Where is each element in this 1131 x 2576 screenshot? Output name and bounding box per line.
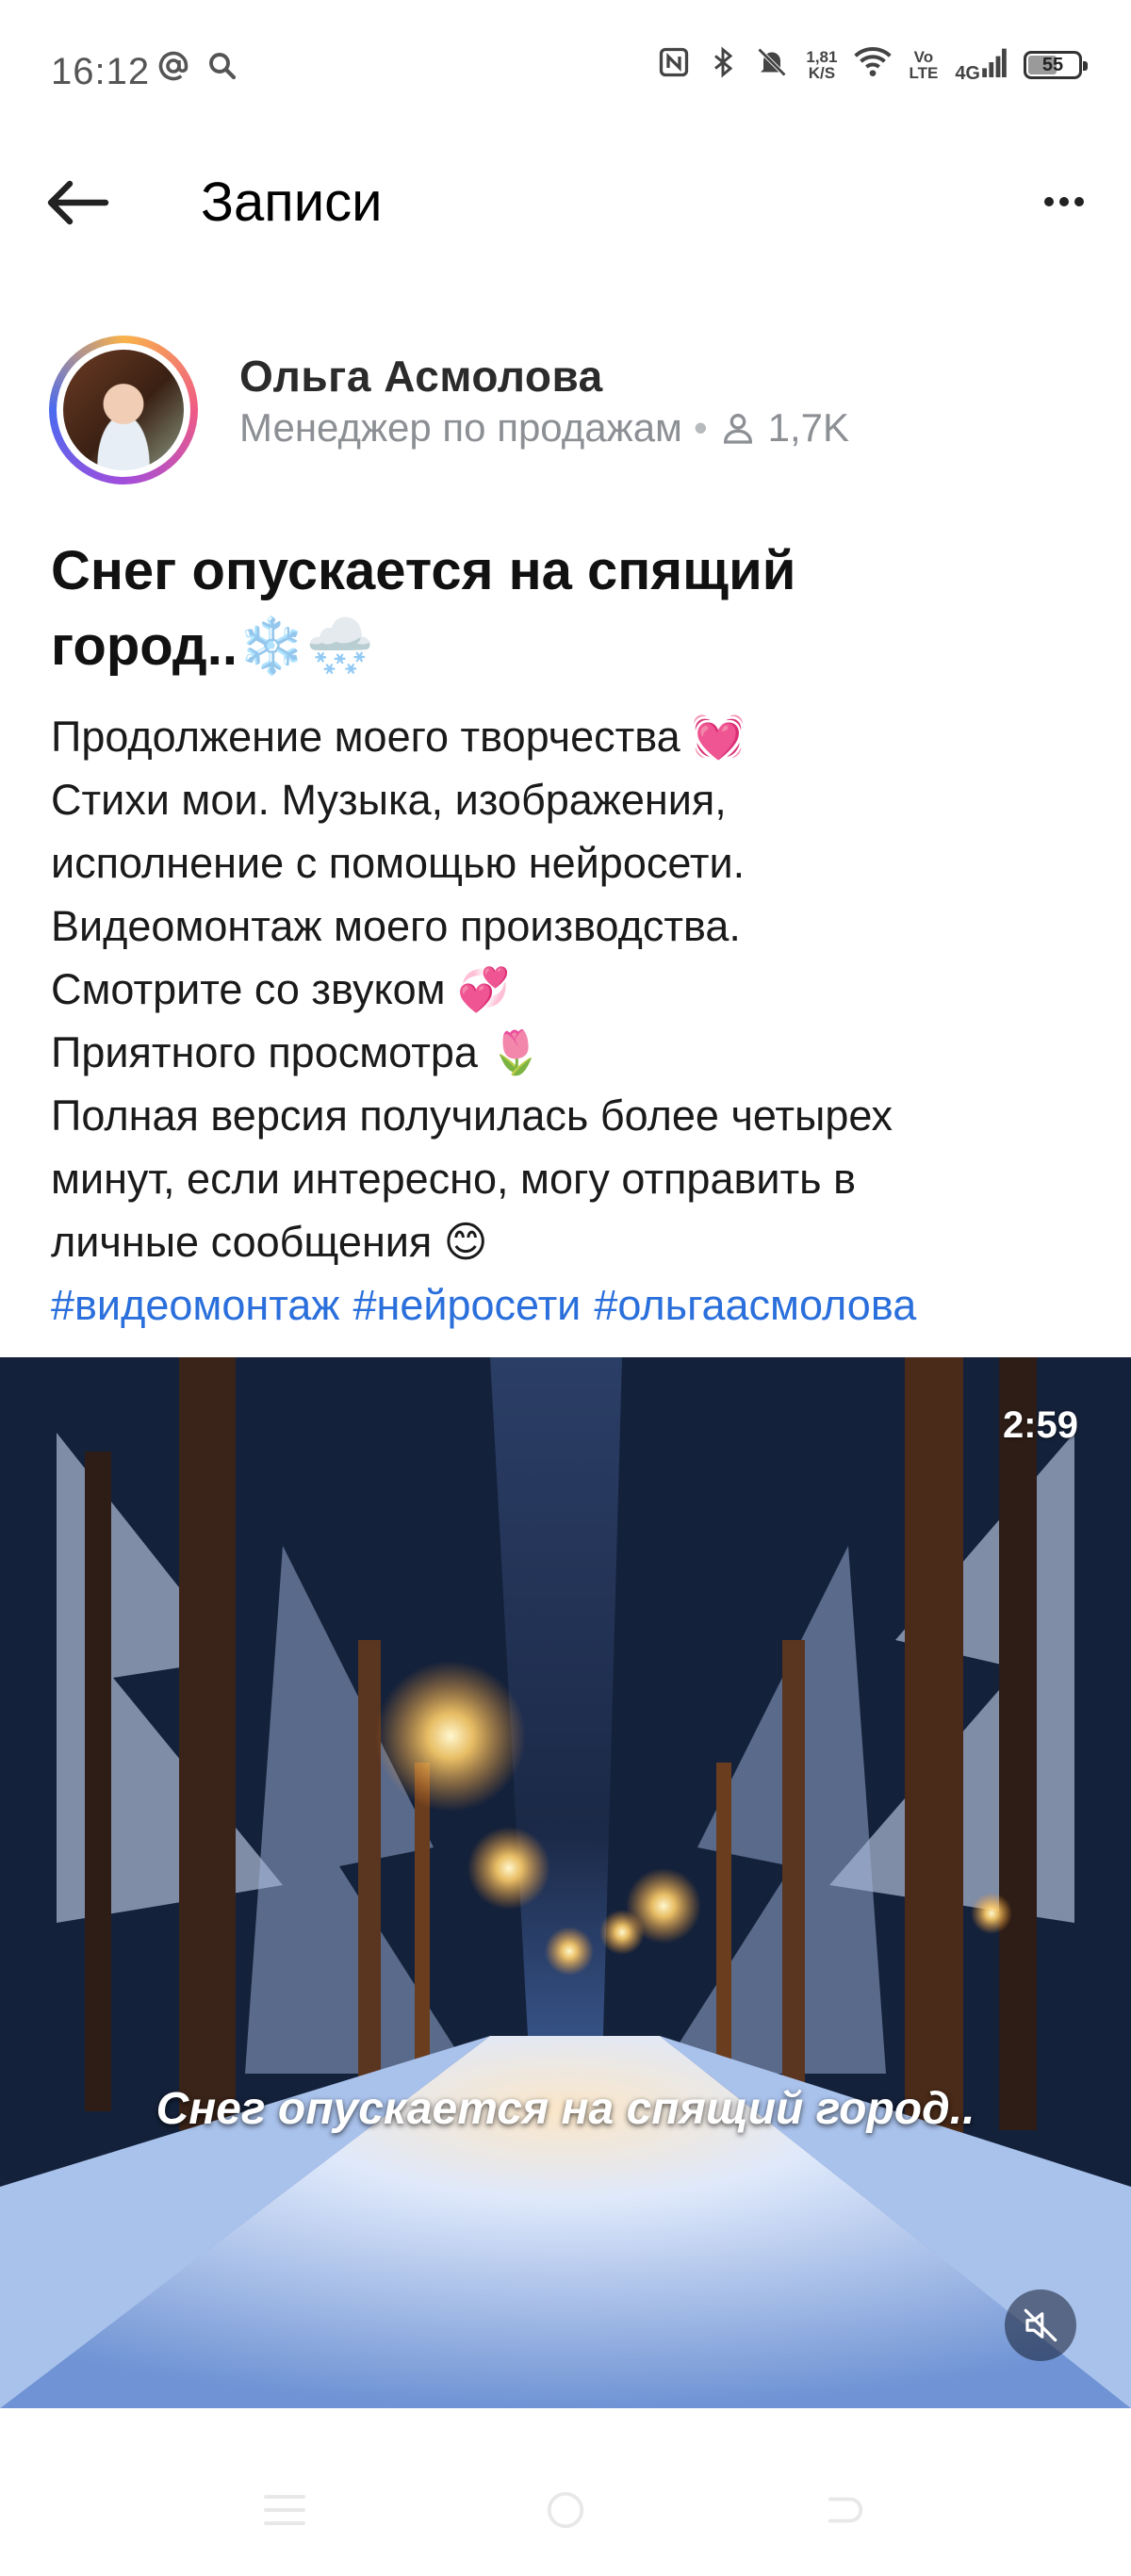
bell-off-icon <box>755 45 789 84</box>
circle-home-icon <box>547 2491 584 2529</box>
battery-indicator: 55 <box>1024 50 1088 79</box>
hashtag-link[interactable]: #ольгаасмолова <box>594 1281 916 1329</box>
more-dot <box>1074 197 1084 206</box>
home-button[interactable] <box>537 2482 594 2538</box>
video-player[interactable]: 2:59 Снег опускается на спящий город.. <box>0 1357 1131 2408</box>
followers-count: 1,7K <box>767 405 850 450</box>
post-text-line: Стихи мои. Музыка, изображения, <box>51 776 727 824</box>
volte-top: Vo <box>913 47 934 66</box>
more-options-button[interactable] <box>1031 175 1097 228</box>
net-speed-value: 1,81 <box>806 47 838 66</box>
nfc-icon <box>657 45 691 84</box>
video-duration: 2:59 <box>1002 1404 1078 1446</box>
bluetooth-icon <box>708 45 738 84</box>
volte-indicator: Vo LTE <box>909 49 938 81</box>
avatar-frame <box>57 343 190 477</box>
search-icon <box>205 49 239 88</box>
post-text-line: Приятного просмотра 🌷 <box>51 1028 543 1076</box>
menu-icon <box>264 2495 305 2525</box>
post-text-line: Видеомонтаж моего производства. <box>51 902 741 950</box>
more-dot <box>1059 197 1069 206</box>
post-text-line: минут, если интересно, могу отправить в <box>51 1155 856 1203</box>
back-button[interactable] <box>45 170 130 236</box>
author-name[interactable]: Ольга Асмолова <box>239 351 603 402</box>
video-caption: Снег опускается на спящий город.. <box>156 2084 975 2134</box>
author-role: Менеджер по продажам <box>239 405 682 450</box>
post-text-line: личные сообщения 😊 <box>51 1218 488 1266</box>
post-body: Продолжение моего творчества 💓 Стихи мои… <box>51 705 1097 1337</box>
hashtag-link[interactable]: #нейросети <box>352 1281 581 1329</box>
meta-separator: • <box>693 405 708 450</box>
unmute-button[interactable] <box>1005 2289 1076 2361</box>
avatar[interactable] <box>49 336 198 484</box>
post-title-line: город..❄️🌨️ <box>51 615 374 677</box>
battery-level: 55 <box>1041 54 1064 75</box>
hashtags: #видеомонтаж #нейросети #ольгаасмолова <box>51 1273 1097 1337</box>
wifi-icon <box>854 46 893 83</box>
recent-apps-button[interactable] <box>256 2482 313 2538</box>
net-speed-unit: K/S <box>808 63 836 82</box>
network-type: 4G <box>955 63 980 84</box>
volte-bottom: LTE <box>909 63 939 82</box>
back-nav-button[interactable] <box>818 2482 875 2538</box>
avatar-image <box>63 350 184 470</box>
author-meta: Менеджер по продажам • 1,7K <box>239 405 849 451</box>
post-text-line: Продолжение моего творчества 💓 <box>51 713 746 761</box>
at-icon <box>156 49 190 88</box>
signal-icon <box>982 47 1007 82</box>
app-header: Записи <box>0 141 1131 264</box>
hashtag-link[interactable]: #видеомонтаж <box>51 1281 339 1329</box>
page-title: Записи <box>201 172 383 233</box>
video-thumbnail <box>0 1357 1131 2408</box>
post-text-line: исполнение с помощью нейросети. <box>51 839 746 887</box>
post-text-line: Полная версия получилась более четырех <box>51 1091 893 1140</box>
post-text-line: Смотрите со звуком 💞 <box>51 965 511 1013</box>
status-left-icons <box>156 49 239 88</box>
post-author[interactable]: Ольга Асмолова Менеджер по продажам • 1,… <box>49 336 1086 486</box>
status-time: 16:12 <box>51 51 151 92</box>
person-icon <box>723 414 752 444</box>
post-title-line: Снег опускается на спящий <box>51 540 796 601</box>
post-title: Снег опускается на спящий город..❄️🌨️ <box>51 533 1078 684</box>
signal-indicator: 4G <box>955 47 1007 84</box>
system-nav-bar <box>0 2408 1131 2576</box>
more-horizontal-icon <box>1044 197 1054 206</box>
net-speed: 1,81 K/S <box>806 49 837 81</box>
arrow-left-icon <box>47 180 109 225</box>
back-curve-icon <box>828 2497 863 2523</box>
volume-off-icon <box>1024 2308 1057 2342</box>
status-bar: 16:12 1,81 K/S Vo LTE 4G 55 <box>0 0 1131 141</box>
status-right-icons: 1,81 K/S Vo LTE 4G 55 <box>657 45 1088 84</box>
